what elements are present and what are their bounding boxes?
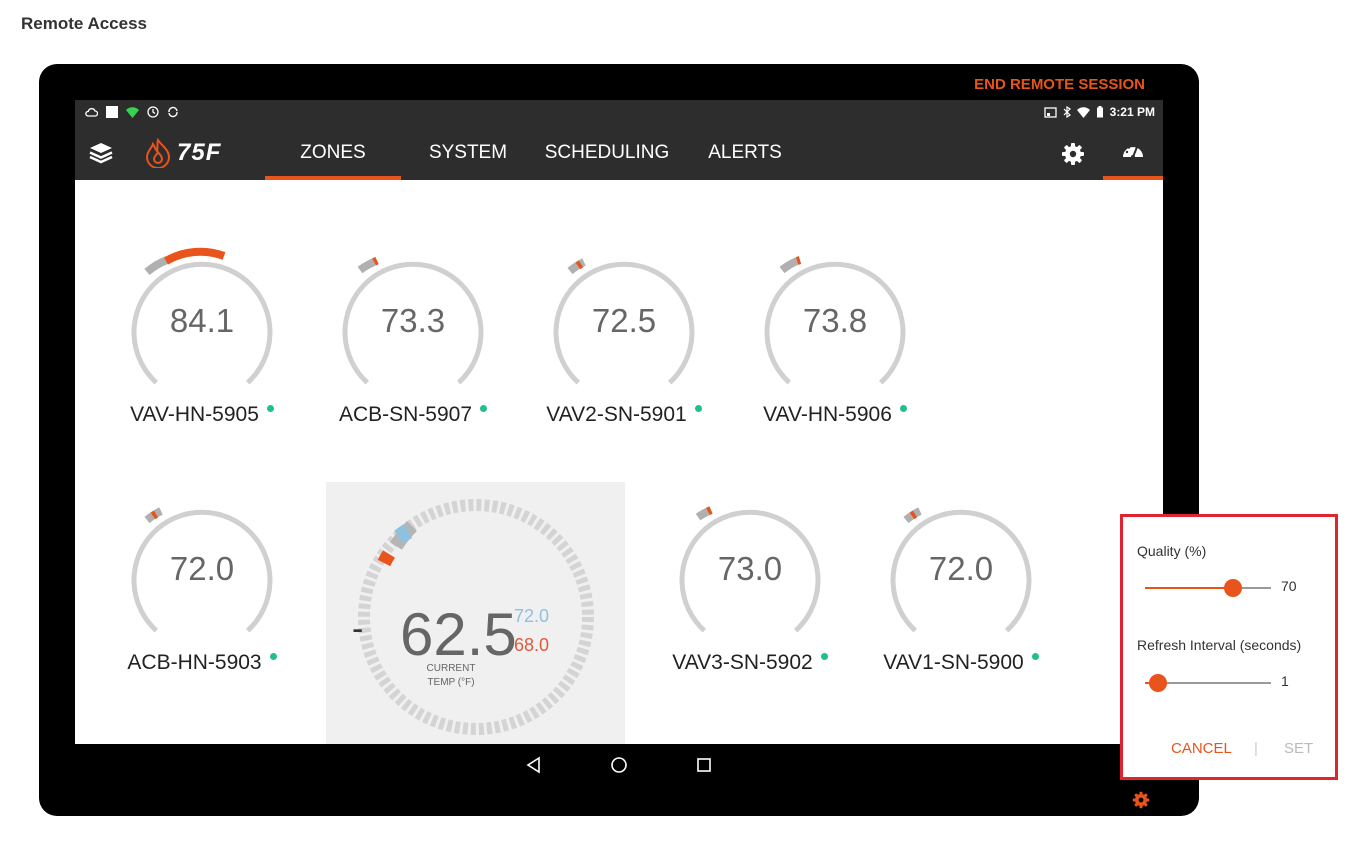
zone-name: VAV3-SN-5902 bbox=[650, 651, 850, 675]
refresh-slider-knob[interactable] bbox=[1148, 674, 1167, 692]
current-temp-label: CURRENT TEMP (°F) bbox=[426, 663, 476, 688]
selected-zone-detail[interactable]: - 62.5 72.0 68.0 CURRENT TEMP (°F) bbox=[326, 482, 625, 744]
zone-name: VAV-HN-5905 bbox=[102, 403, 302, 427]
zone-name: VAV2-SN-5901 bbox=[524, 403, 724, 427]
zone-card[interactable]: 73.8 VAV-HN-5906 bbox=[735, 232, 935, 432]
settings-gear-icon[interactable] bbox=[1061, 142, 1085, 166]
flame-logo-icon bbox=[145, 138, 171, 168]
tablet-screen: 3:21 PM 75F ZONES SYSTEM SCHEDULING ALER… bbox=[75, 100, 1163, 786]
recent-apps-icon[interactable] bbox=[695, 756, 713, 774]
zones-grid: 84.1 VAV-HN-5905 73.3 ACB-SN-5907 72.5 V… bbox=[75, 180, 1163, 744]
bluetooth-icon bbox=[1063, 106, 1071, 118]
quality-slider-fill bbox=[1145, 587, 1234, 589]
brand-logo: 75F bbox=[145, 138, 221, 168]
refresh-interval-label: Refresh Interval (seconds) bbox=[1137, 637, 1302, 653]
android-nav-bar bbox=[75, 744, 1163, 786]
cloud-icon bbox=[85, 108, 98, 117]
status-time: 3:21 PM bbox=[1109, 105, 1155, 119]
online-status-dot bbox=[1031, 653, 1039, 660]
zone-temp: 73.8 bbox=[802, 302, 868, 339]
online-status-dot bbox=[480, 405, 488, 412]
set-button[interactable]: SET bbox=[1284, 740, 1313, 757]
cast-icon bbox=[1043, 106, 1057, 118]
wifi-signal-icon bbox=[1076, 106, 1090, 118]
quality-slider-knob[interactable] bbox=[1224, 579, 1243, 597]
clock-icon bbox=[147, 106, 159, 118]
online-status-dot bbox=[694, 405, 702, 412]
page-title: Remote Access bbox=[21, 14, 147, 33]
zone-card[interactable]: 72.0 VAV1-SN-5900 bbox=[861, 480, 1061, 680]
sync-icon bbox=[168, 106, 178, 118]
battery-icon bbox=[1096, 106, 1103, 118]
cooling-setpoint: 72.0 bbox=[514, 606, 550, 626]
cancel-button[interactable]: CANCEL bbox=[1171, 740, 1232, 757]
zone-name: VAV1-SN-5900 bbox=[861, 651, 1061, 675]
end-remote-session-button[interactable]: END REMOTE SESSION bbox=[974, 76, 1145, 93]
online-status-dot bbox=[899, 405, 907, 412]
dashboard-tab[interactable] bbox=[1103, 128, 1163, 180]
refresh-interval-slider[interactable] bbox=[1145, 674, 1271, 692]
wifi-icon bbox=[126, 106, 139, 118]
square-icon bbox=[106, 106, 118, 118]
home-icon[interactable] bbox=[610, 756, 628, 774]
zone-temp: 73.3 bbox=[380, 302, 446, 339]
tab-alerts[interactable]: ALERTS bbox=[695, 128, 795, 180]
back-icon[interactable] bbox=[525, 756, 543, 774]
quality-value: 70 bbox=[1281, 578, 1297, 594]
logo-text: 75F bbox=[177, 139, 222, 166]
tab-scheduling[interactable]: SCHEDULING bbox=[537, 128, 677, 180]
zone-temp: 72.0 bbox=[169, 550, 235, 587]
remote-device-frame: END REMOTE SESSION 3:21 PM 75F ZONES SYS… bbox=[39, 64, 1199, 816]
decrease-temp-button[interactable]: - bbox=[352, 610, 363, 649]
button-separator: | bbox=[1254, 740, 1258, 757]
tab-system[interactable]: SYSTEM bbox=[413, 128, 523, 180]
online-status-dot bbox=[266, 405, 274, 412]
remote-settings-gear-icon[interactable] bbox=[1132, 791, 1150, 809]
heating-setpoint: 68.0 bbox=[514, 635, 550, 655]
zone-card[interactable]: 72.0 ACB-HN-5903 bbox=[102, 480, 302, 680]
zone-temp: 73.0 bbox=[717, 550, 783, 587]
current-temp: 62.5 bbox=[400, 601, 517, 668]
zone-name: VAV-HN-5906 bbox=[735, 403, 935, 427]
layers-icon[interactable] bbox=[89, 142, 113, 164]
status-bar: 3:21 PM bbox=[75, 100, 1163, 128]
dashboard-gauge-icon bbox=[1123, 144, 1143, 159]
app-nav-bar: 75F ZONES SYSTEM SCHEDULING ALERTS bbox=[75, 128, 1163, 180]
zone-temp: 72.0 bbox=[928, 550, 994, 587]
zone-card[interactable]: 73.0 VAV3-SN-5902 bbox=[650, 480, 850, 680]
quality-label: Quality (%) bbox=[1137, 543, 1207, 559]
zone-card[interactable]: 72.5 VAV2-SN-5901 bbox=[524, 232, 724, 432]
zone-temp: 84.1 bbox=[169, 302, 235, 339]
quality-slider[interactable] bbox=[1145, 579, 1271, 597]
zone-card[interactable]: 73.3 ACB-SN-5907 bbox=[313, 232, 513, 432]
online-status-dot bbox=[269, 653, 277, 660]
remote-settings-panel: Quality (%) 70 Refresh Interval (seconds… bbox=[1120, 514, 1338, 780]
zone-temp: 72.5 bbox=[591, 302, 657, 339]
online-status-dot bbox=[820, 653, 828, 660]
tab-zones[interactable]: ZONES bbox=[265, 128, 401, 180]
refresh-interval-value: 1 bbox=[1281, 673, 1289, 689]
zone-name: ACB-HN-5903 bbox=[102, 651, 302, 675]
zone-name: ACB-SN-5907 bbox=[313, 403, 513, 427]
zone-card[interactable]: 84.1 VAV-HN-5905 bbox=[102, 232, 302, 432]
